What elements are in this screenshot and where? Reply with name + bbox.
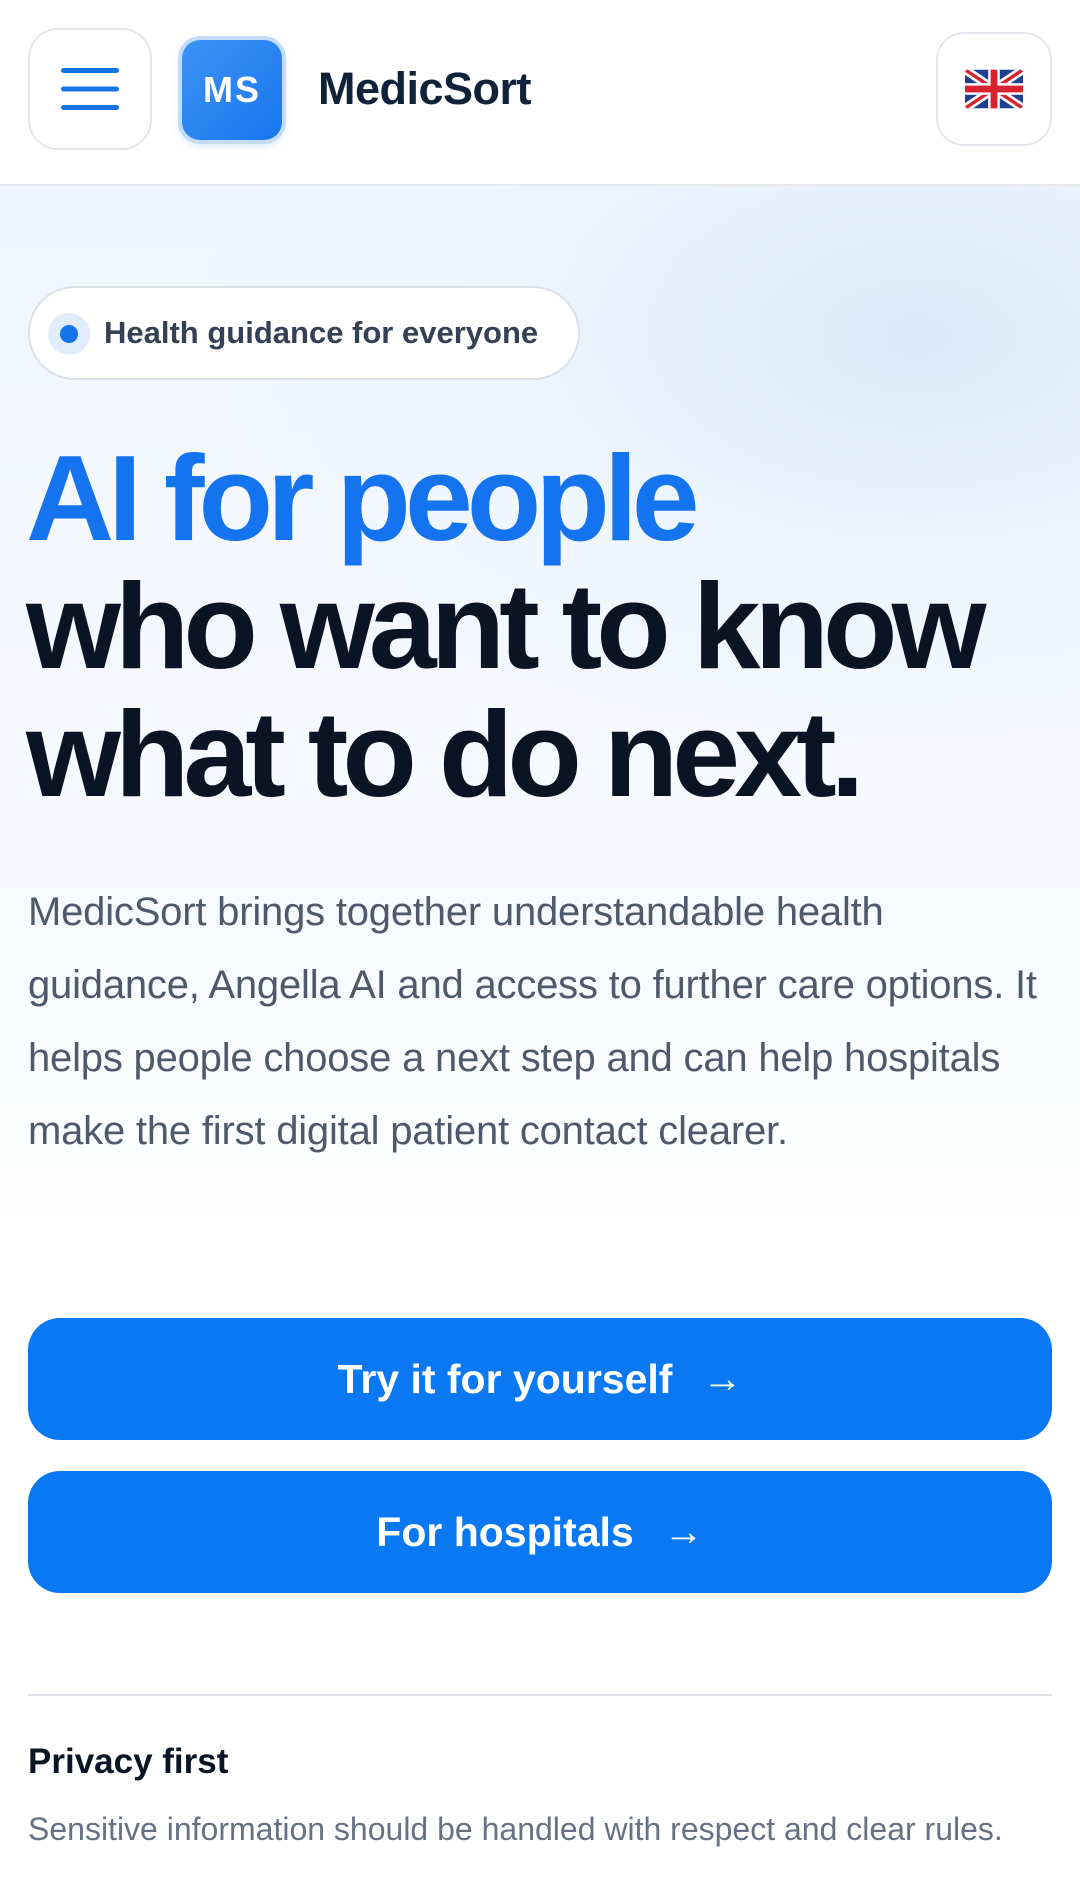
try-it-button[interactable]: Try it for yourself → — [28, 1318, 1052, 1440]
audience-badge: Health guidance for everyone — [28, 286, 580, 380]
uk-flag-icon — [965, 69, 1023, 109]
headline-line-2: who want to know — [26, 558, 986, 694]
logo-text: MS — [203, 69, 261, 110]
feature-title: Privacy first — [28, 1742, 229, 1781]
feature-description: Sensitive information should be handled … — [28, 1811, 1003, 1847]
site-header: MS MedicSort — [0, 0, 1080, 186]
headline-line-1: AI for people — [26, 430, 700, 566]
headline-line-3: what to do next. — [26, 686, 865, 822]
hamburger-menu-icon — [61, 68, 119, 110]
menu-button[interactable] — [28, 28, 152, 150]
brand-name[interactable]: MedicSort — [318, 62, 532, 116]
arrow-right-icon: → — [663, 1509, 704, 1554]
hero-description: MedicSort brings together understandable… — [28, 890, 1037, 1153]
hero-headline: AI for people who want to know what to d… — [26, 434, 1066, 818]
try-it-label: Try it for yourself — [337, 1355, 673, 1402]
language-button[interactable] — [936, 32, 1052, 146]
badge-label: Health guidance for everyone — [104, 315, 539, 350]
arrow-right-icon: → — [702, 1356, 743, 1401]
for-hospitals-button[interactable]: For hospitals → — [28, 1471, 1052, 1593]
badge-dot-icon — [48, 313, 90, 355]
hero-section: Health guidance for everyone AI for peop… — [0, 186, 1080, 1686]
section-divider — [28, 1694, 1052, 1696]
brand-logo[interactable]: MS — [182, 40, 282, 140]
for-hospitals-label: For hospitals — [376, 1508, 634, 1555]
